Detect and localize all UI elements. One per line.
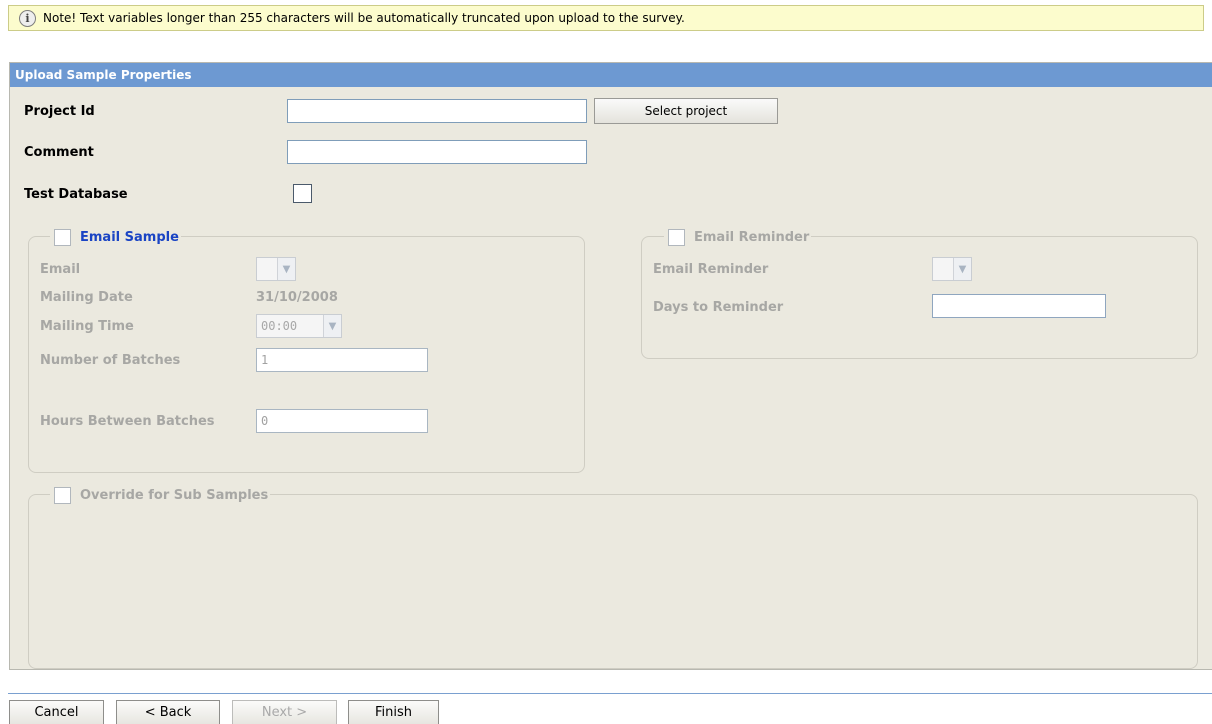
email-reminder-legend-label: Email Reminder (694, 229, 810, 245)
project-id-input[interactable] (287, 99, 587, 123)
override-sub-samples-legend-label: Override for Sub Samples (80, 487, 269, 503)
days-to-reminder-label: Days to Reminder (653, 300, 784, 315)
override-sub-samples-legend: Override for Sub Samples (50, 485, 271, 505)
override-sub-samples-group (28, 494, 1198, 669)
project-id-label: Project Id (24, 104, 95, 119)
next-button[interactable]: Next > (232, 700, 337, 724)
mailing-time-dropdown[interactable]: 00:00 ▼ (256, 314, 342, 338)
number-of-batches-label: Number of Batches (40, 353, 181, 368)
info-icon: i (19, 9, 36, 27)
days-to-reminder-input[interactable] (932, 294, 1106, 318)
email-label: Email (40, 262, 81, 277)
override-sub-samples-checkbox[interactable] (54, 486, 71, 504)
chevron-down-icon: ▼ (277, 258, 295, 280)
cancel-button[interactable]: Cancel (9, 700, 104, 724)
hours-between-batches-label: Hours Between Batches (40, 414, 215, 429)
comment-input[interactable] (287, 140, 587, 164)
email-reminder-dropdown[interactable]: ▼ (932, 257, 972, 281)
mailing-time-label: Mailing Time (40, 319, 134, 334)
comment-label: Comment (24, 145, 94, 160)
hours-between-batches-input[interactable] (256, 409, 428, 433)
select-project-button[interactable]: Select project (594, 98, 778, 124)
panel-title: Upload Sample Properties (10, 63, 1212, 87)
test-database-label: Test Database (24, 187, 128, 202)
number-of-batches-input[interactable] (256, 348, 428, 372)
email-reminder-group (641, 236, 1198, 359)
email-dropdown[interactable]: ▼ (256, 257, 296, 281)
footer-divider (8, 693, 1212, 694)
back-button[interactable]: < Back (116, 700, 220, 724)
note-text: Note! Text variables longer than 255 cha… (43, 11, 685, 25)
email-reminder-label: Email Reminder (653, 262, 769, 277)
email-reminder-dropdown-value (933, 258, 953, 280)
mailing-date-label: Mailing Date (40, 290, 133, 305)
email-sample-legend: Email Sample (50, 227, 181, 247)
email-dropdown-value (257, 258, 277, 280)
chevron-down-icon: ▼ (323, 315, 341, 337)
note-banner: i Note! Text variables longer than 255 c… (8, 5, 1204, 31)
email-sample-legend-label: Email Sample (80, 229, 179, 245)
email-reminder-legend: Email Reminder (664, 227, 812, 247)
mailing-time-value: 00:00 (261, 319, 298, 333)
chevron-down-icon: ▼ (953, 258, 971, 280)
email-sample-checkbox[interactable] (54, 228, 71, 246)
upload-sample-properties-panel: Upload Sample Properties Project Id Sele… (9, 62, 1212, 670)
mailing-date-value: 31/10/2008 (256, 290, 338, 305)
test-database-checkbox[interactable] (293, 184, 312, 203)
email-reminder-checkbox[interactable] (668, 228, 685, 246)
finish-button[interactable]: Finish (348, 700, 439, 724)
